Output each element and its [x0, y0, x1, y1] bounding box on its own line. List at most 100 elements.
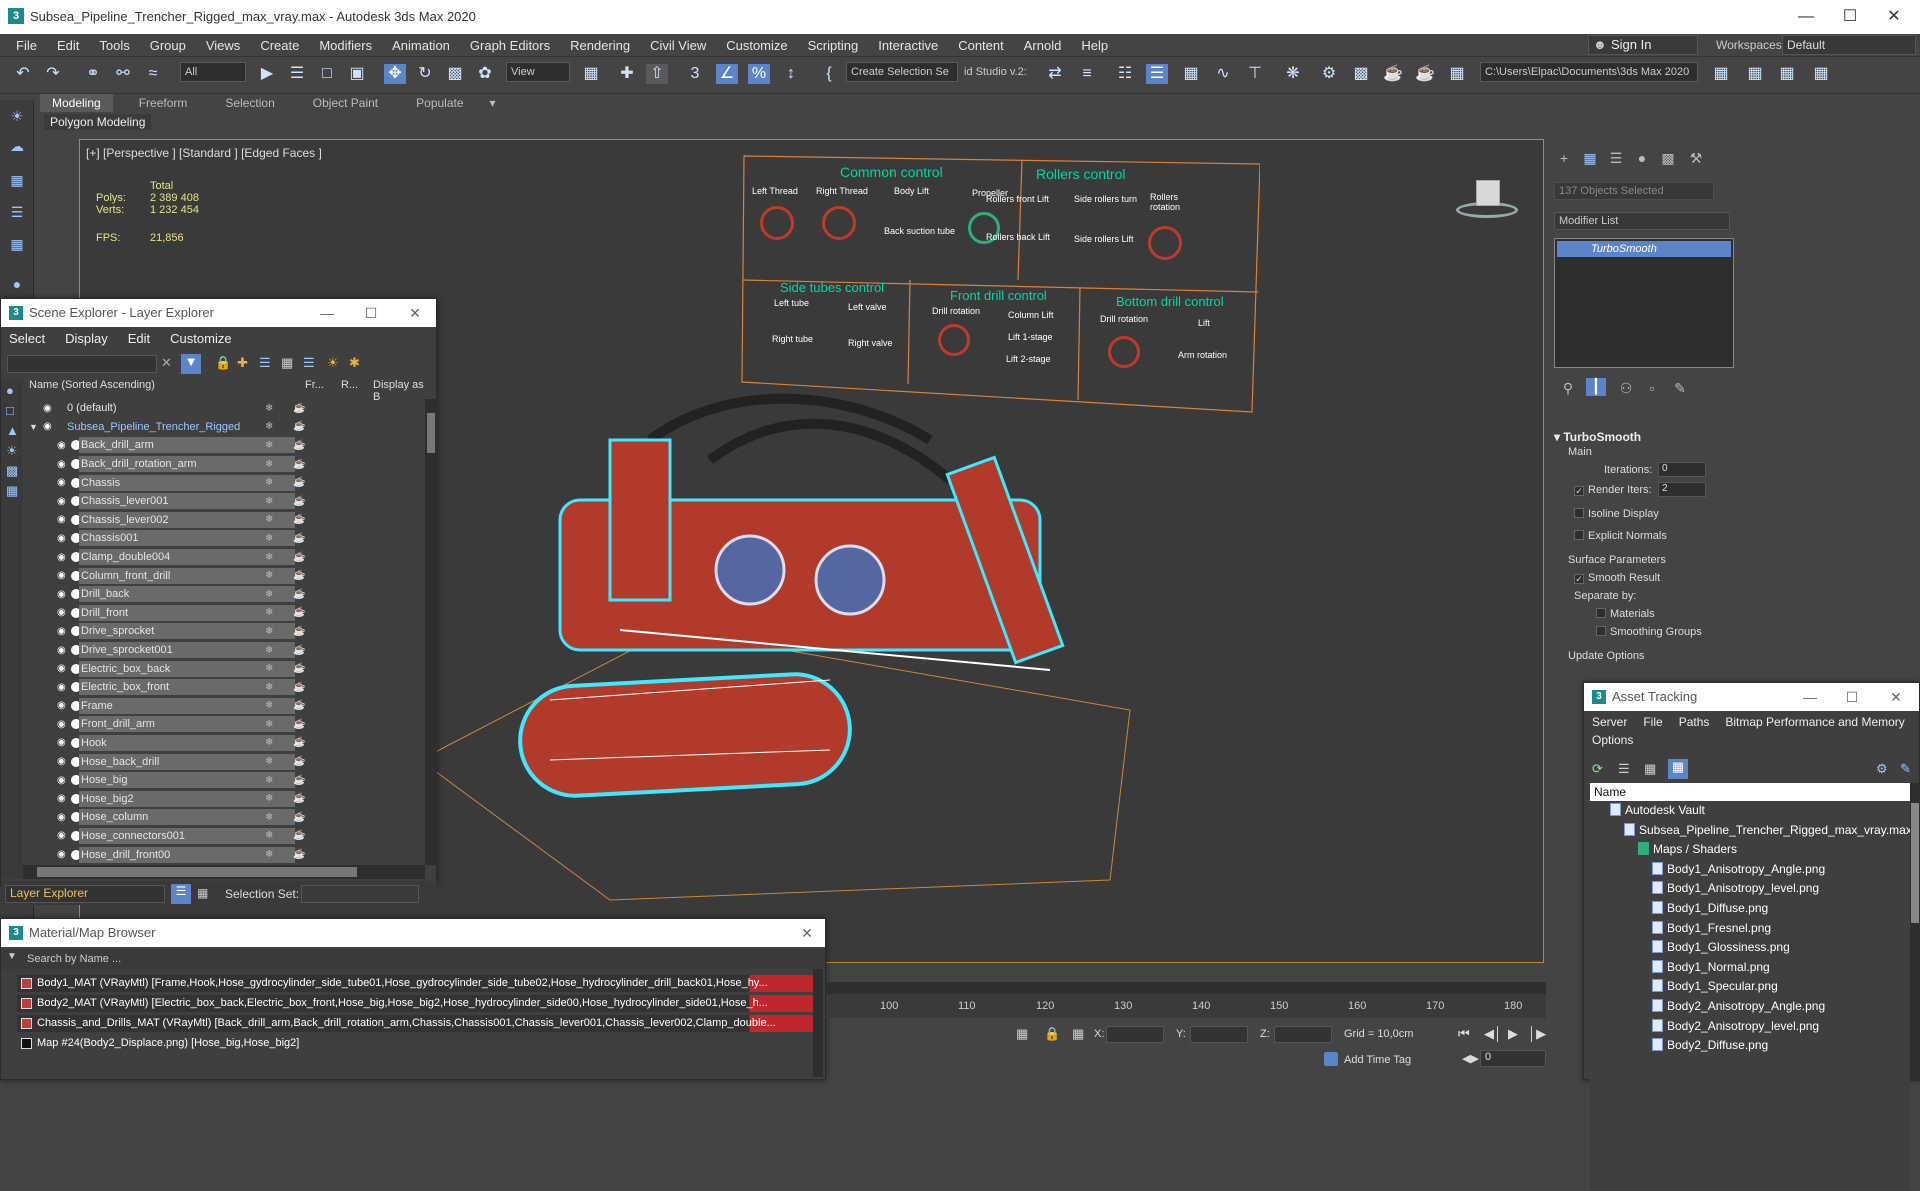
tab-modeling[interactable]: Modeling — [40, 94, 113, 112]
freeze-icon[interactable]: ❄ — [265, 663, 273, 674]
asset-texture-row[interactable]: Body2_Diffuse.png — [1590, 1036, 1910, 1056]
materials-row[interactable]: Materials — [1596, 608, 1655, 620]
asset-vault-row[interactable]: Autodesk Vault — [1590, 801, 1910, 821]
visibility-eye-icon[interactable]: ◉ — [57, 663, 66, 674]
visibility-eye-icon[interactable]: ◉ — [57, 793, 66, 804]
renderable-icon[interactable]: ☕ — [293, 533, 305, 544]
visibility-eye-icon[interactable]: ◉ — [57, 514, 66, 525]
layer-search-input[interactable] — [7, 355, 157, 373]
unlink-icon[interactable]: ⚯ — [112, 64, 134, 84]
list-view-icon[interactable]: ☰ — [1618, 761, 1630, 777]
key-mode-icon[interactable]: ◀▶ — [1462, 1052, 1479, 1065]
pivot-center-icon[interactable]: ▦ — [580, 64, 602, 84]
sign-in-button[interactable]: ☻ Sign In — [1588, 35, 1698, 55]
freeze-icon[interactable]: ❄ — [265, 552, 273, 563]
objects-selected-field[interactable]: 137 Objects Selected — [1554, 182, 1714, 200]
renderable-icon[interactable]: ☕ — [293, 570, 305, 581]
object-row[interactable]: ◉ Hose_connectors001 ❄ ☕ — [23, 827, 423, 846]
visibility-eye-icon[interactable]: ◉ — [57, 570, 66, 581]
clear-search-icon[interactable]: ✕ — [161, 355, 172, 371]
make-current-icon[interactable]: ☀ — [327, 355, 339, 371]
render-iters-checkbox[interactable]: ✓ — [1574, 486, 1584, 496]
freeze-icon[interactable]: ❄ — [265, 533, 273, 544]
asset-texture-row[interactable]: Body1_Specular.png — [1590, 977, 1910, 997]
visibility-eye-icon[interactable]: ◉ — [57, 700, 66, 711]
display-all-icon[interactable]: ● — [6, 383, 14, 398]
project-settings-icon[interactable]: ▦ — [1810, 64, 1832, 84]
visibility-eye-icon[interactable]: ◉ — [57, 737, 66, 748]
object-row[interactable]: ◉ Chassis_lever002 ❄ ☕ — [23, 511, 423, 530]
menu-modifiers[interactable]: Modifiers — [309, 38, 382, 53]
object-row[interactable]: ◉ Chassis_lever001 ❄ ☕ — [23, 492, 423, 511]
freeze-icon[interactable]: ❄ — [265, 626, 273, 637]
explicit-normals-row[interactable]: Explicit Normals — [1574, 530, 1667, 542]
object-row[interactable]: ◉ Drive_sprocket ❄ ☕ — [23, 622, 423, 641]
bind-spacewarp-icon[interactable]: ≈ — [142, 64, 164, 84]
visibility-eye-icon[interactable]: ◉ — [43, 403, 52, 414]
renderable-icon[interactable]: ☕ — [293, 793, 305, 804]
menu-interactive[interactable]: Interactive — [868, 38, 948, 53]
rendered-frame-window-icon[interactable]: ▩ — [1350, 64, 1372, 84]
visibility-eye-icon[interactable]: ◉ — [57, 459, 66, 470]
x-coordinate-field[interactable] — [1106, 1026, 1164, 1043]
right-thread-dial[interactable] — [822, 206, 856, 240]
freeze-icon[interactable]: ❄ — [265, 812, 273, 823]
layer-row-root[interactable]: ◉ ▼ Subsea_Pipeline_Trencher_Rigged ❄ ☕ — [23, 418, 423, 437]
object-row[interactable]: ◉ Electric_box_back ❄ ☕ — [23, 659, 423, 678]
le-menu-display[interactable]: Display — [65, 331, 108, 346]
visibility-eye-icon[interactable]: ◉ — [57, 775, 66, 786]
keyboard-shortcut-icon[interactable]: ⇧ — [646, 64, 668, 84]
object-row[interactable]: ◉ Frame ❄ ☕ — [23, 697, 423, 716]
next-frame-icon[interactable]: │▶ — [1528, 1026, 1546, 1042]
object-row[interactable]: ◉ Chassis ❄ ☕ — [23, 473, 423, 492]
timeline-track[interactable]: 100 110 120 130 140 150 160 170 180 — [826, 982, 1546, 1018]
save-project-icon[interactable]: ▦ — [1776, 64, 1798, 84]
renderable-icon[interactable]: ☕ — [293, 645, 305, 656]
current-frame-field[interactable]: 0 — [1480, 1050, 1546, 1067]
freeze-icon[interactable]: ❄ — [265, 570, 273, 581]
visibility-eye-icon[interactable]: ◉ — [43, 421, 52, 432]
visibility-eye-icon[interactable]: ◉ — [57, 830, 66, 841]
project-folder-icon[interactable]: ▦ — [1710, 64, 1732, 84]
go-to-start-icon[interactable]: ⏮ — [1458, 1026, 1470, 1042]
object-row[interactable]: ◉ Hook ❄ ☕ — [23, 734, 423, 753]
menu-help[interactable]: Help — [1071, 38, 1118, 53]
object-row[interactable]: ◉ Drill_back ❄ ☕ — [23, 585, 423, 604]
asset-maps-folder-row[interactable]: Maps / Shaders — [1590, 840, 1910, 860]
select-by-name-icon[interactable]: ☰ — [286, 64, 308, 84]
at-menu-file[interactable]: File — [1643, 715, 1662, 729]
layers-icon[interactable]: ☰ — [7, 204, 27, 222]
light-icon[interactable]: ● — [7, 276, 27, 294]
object-row[interactable]: ◉ Hose_big2 ❄ ☕ — [23, 789, 423, 808]
trencher-model[interactable] — [410, 380, 1230, 960]
renderable-icon[interactable]: ☕ — [293, 775, 305, 786]
manipulate-icon[interactable]: ✚ — [616, 64, 638, 84]
workspace-select[interactable]: Default — [1782, 35, 1916, 55]
renderable-icon[interactable]: ☕ — [293, 421, 305, 432]
smoothing-groups-checkbox[interactable] — [1596, 626, 1606, 636]
freeze-icon[interactable]: ❄ — [265, 440, 273, 451]
object-row[interactable]: ◉ Column_front_drill ❄ ☕ — [23, 566, 423, 585]
menu-graph-editors[interactable]: Graph Editors — [460, 38, 560, 53]
visibility-eye-icon[interactable]: ◉ — [57, 645, 66, 656]
explicit-normals-checkbox[interactable] — [1574, 530, 1584, 540]
pin-stack-icon[interactable]: ⚲ — [1558, 380, 1578, 398]
visibility-eye-icon[interactable]: ◉ — [57, 849, 66, 860]
material-row[interactable]: Body1_MAT (VRayMtl) [Frame,Hook,Hose_gyd… — [17, 975, 813, 992]
renderable-icon[interactable]: ☕ — [293, 700, 305, 711]
viewcube[interactable] — [1456, 178, 1518, 220]
at-menu-server[interactable]: Server — [1592, 715, 1627, 729]
menu-animation[interactable]: Animation — [382, 38, 460, 53]
angle-snap-icon[interactable]: ∠ — [716, 64, 738, 84]
map-row[interactable]: Map #24(Body2_Displace.png) [Hose_big,Ho… — [17, 1035, 813, 1052]
asset-scene-file-row[interactable]: Subsea_Pipeline_Trencher_Rigged_max_vray… — [1590, 821, 1912, 841]
toggle-layer-explorer-icon[interactable]: ☰ — [1146, 64, 1168, 84]
timeline-bar[interactable] — [826, 982, 1546, 994]
asset-texture-row[interactable]: Body1_Diffuse.png — [1590, 899, 1910, 919]
object-row[interactable]: ◉ Hose_big ❄ ☕ — [23, 771, 423, 790]
renderable-icon[interactable]: ☕ — [293, 403, 305, 414]
scene-explorer-toggle-icon[interactable]: ▦ — [197, 886, 208, 900]
col-display-as-box[interactable]: Display as B — [373, 379, 433, 403]
utilities-tab-icon[interactable]: ⚒ — [1686, 150, 1706, 168]
turbosmooth-stack-item[interactable]: TurboSmooth — [1557, 241, 1731, 257]
